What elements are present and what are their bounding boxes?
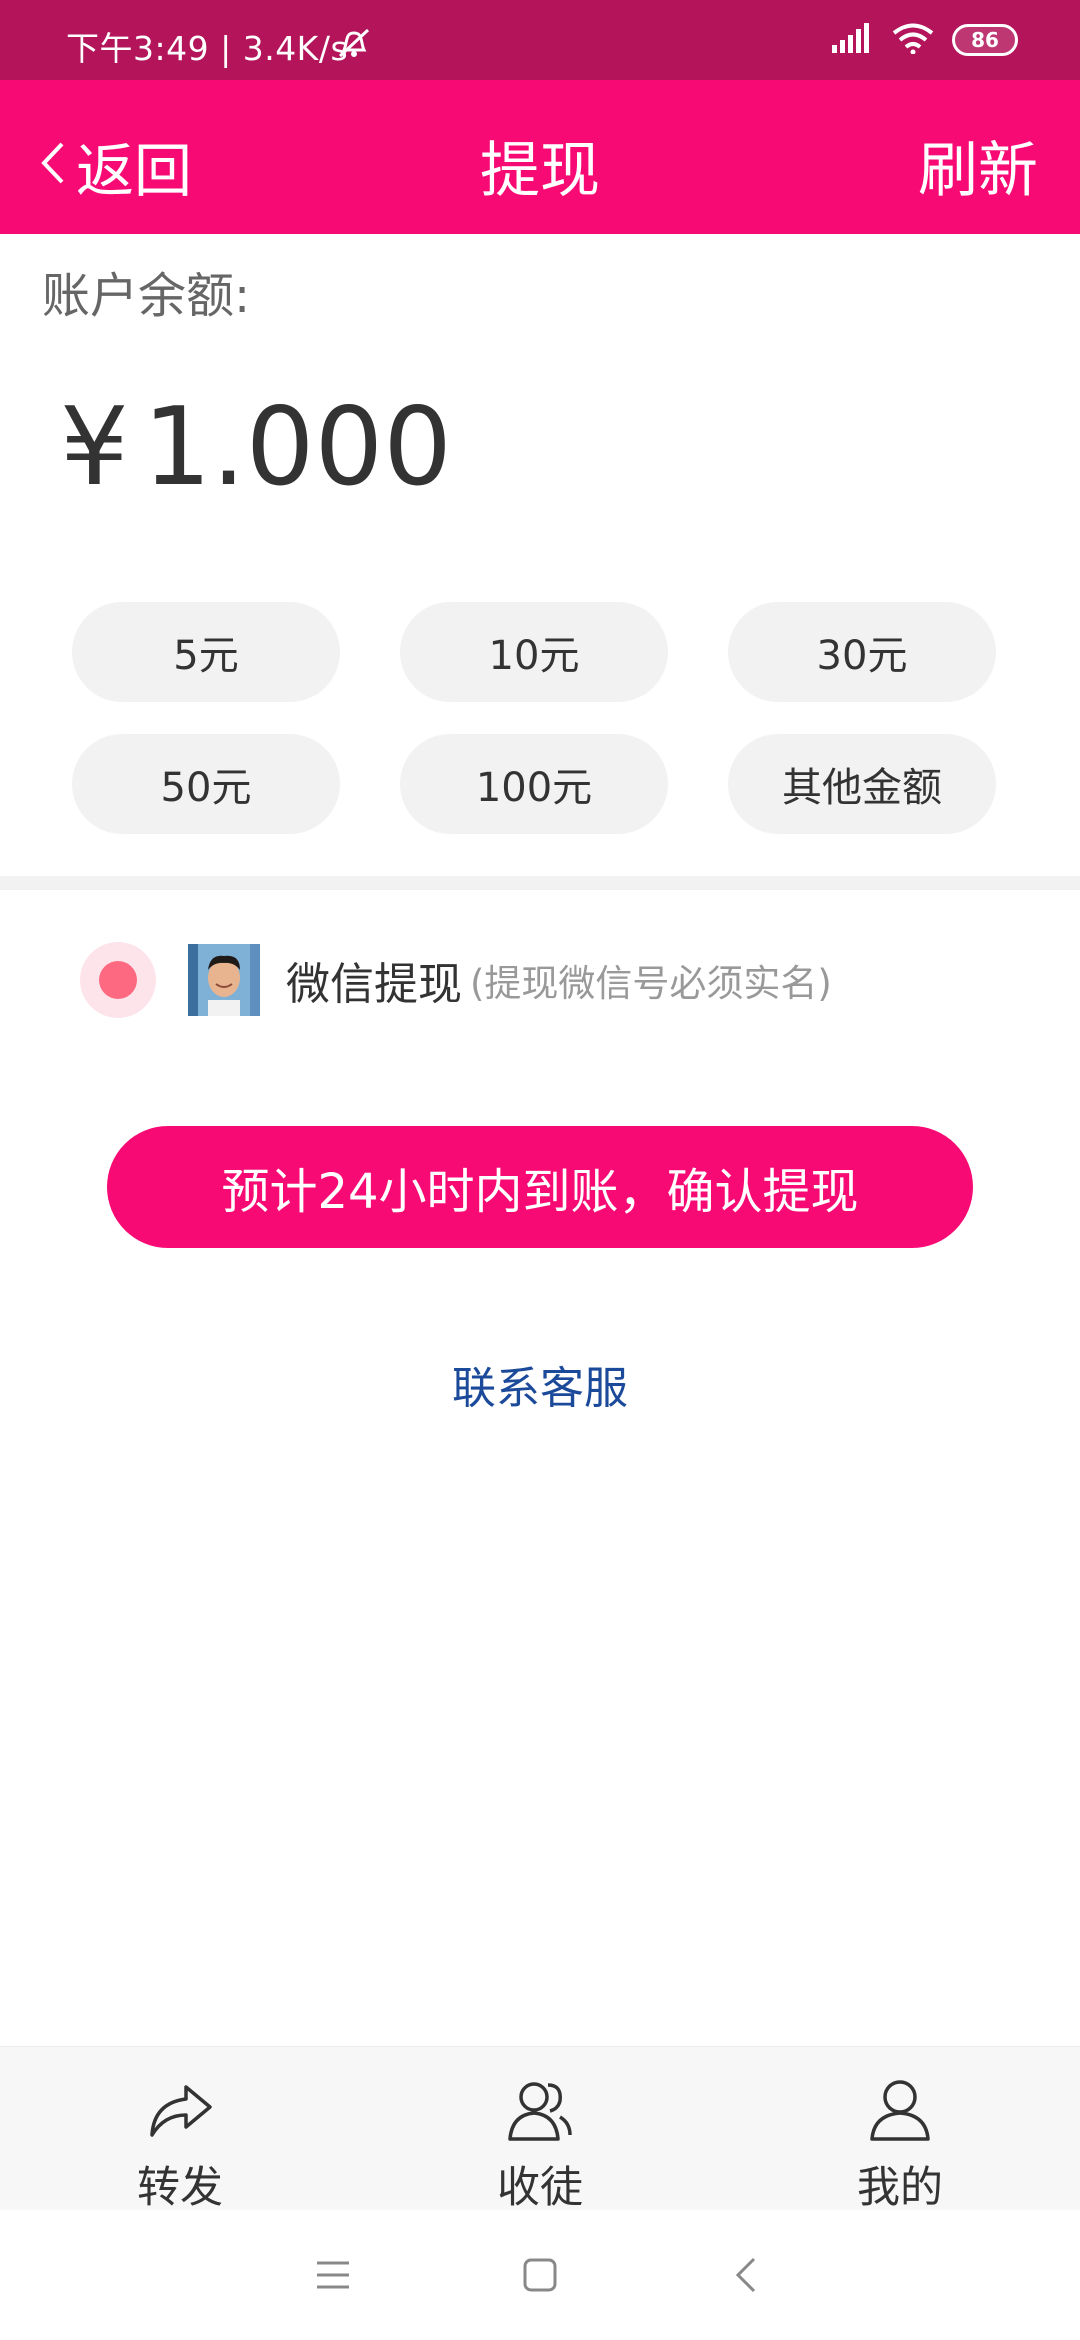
tab-mine[interactable]: 我的 bbox=[720, 2047, 1080, 2213]
balance-amount: ¥ 1.000 bbox=[60, 385, 452, 510]
menu-icon[interactable] bbox=[303, 2245, 363, 2305]
confirm-withdraw-button[interactable]: 预计24小时内到账，确认提现 bbox=[107, 1126, 973, 1248]
balance-value: 1.000 bbox=[142, 385, 452, 510]
section-divider bbox=[0, 876, 1080, 890]
tab-label: 转发 bbox=[137, 2163, 223, 2213]
system-nav-bar bbox=[0, 2210, 1080, 2340]
home-icon[interactable] bbox=[510, 2245, 570, 2305]
amount-option-other[interactable]: 其他金额 bbox=[728, 734, 996, 834]
status-bar: 下午3:49 | 3.4K/s 86 bbox=[0, 0, 1080, 80]
contact-support-link[interactable]: 联系客服 bbox=[0, 1352, 1080, 1416]
wechat-withdraw-option[interactable]: 微信提现 (提现微信号必须实名) bbox=[80, 940, 832, 1020]
radio-button[interactable] bbox=[80, 942, 156, 1018]
tab-label: 我的 bbox=[857, 2163, 943, 2213]
payment-label: 微信提现 bbox=[286, 959, 462, 1010]
users-icon bbox=[504, 2073, 576, 2145]
amount-options: 5元 10元 30元 50元 100元 其他金额 bbox=[72, 602, 1000, 834]
back-icon[interactable] bbox=[717, 2245, 777, 2305]
share-icon bbox=[144, 2073, 216, 2145]
status-time-speed: 下午3:49 | 3.4K/s bbox=[66, 29, 349, 68]
amount-option-100[interactable]: 100元 bbox=[400, 734, 668, 834]
tab-recruit[interactable]: 收徒 bbox=[360, 2047, 720, 2213]
amount-option-10[interactable]: 10元 bbox=[400, 602, 668, 702]
bottom-tab-bar: 转发 收徒 我的 bbox=[0, 2046, 1080, 2213]
tab-label: 收徒 bbox=[497, 2163, 583, 2213]
payment-note: (提现微信号必须实名) bbox=[470, 962, 832, 1005]
amount-option-50[interactable]: 50元 bbox=[72, 734, 340, 834]
refresh-button[interactable]: 刷新 bbox=[918, 122, 1038, 209]
signal-icon bbox=[832, 23, 874, 57]
user-icon bbox=[864, 2073, 936, 2145]
status-icons: 86 bbox=[832, 20, 1018, 60]
amount-option-30[interactable]: 30元 bbox=[728, 602, 996, 702]
tab-share[interactable]: 转发 bbox=[0, 2047, 360, 2213]
mute-icon bbox=[336, 26, 372, 64]
battery-indicator: 86 bbox=[952, 24, 1018, 56]
radio-selected-dot bbox=[99, 961, 137, 999]
nav-bar: 返回 提现 刷新 bbox=[0, 80, 1080, 234]
balance-label: 账户余额: bbox=[42, 268, 251, 324]
avatar bbox=[188, 944, 260, 1016]
currency-symbol: ¥ bbox=[60, 385, 129, 510]
wifi-icon bbox=[892, 22, 934, 58]
amount-option-5[interactable]: 5元 bbox=[72, 602, 340, 702]
